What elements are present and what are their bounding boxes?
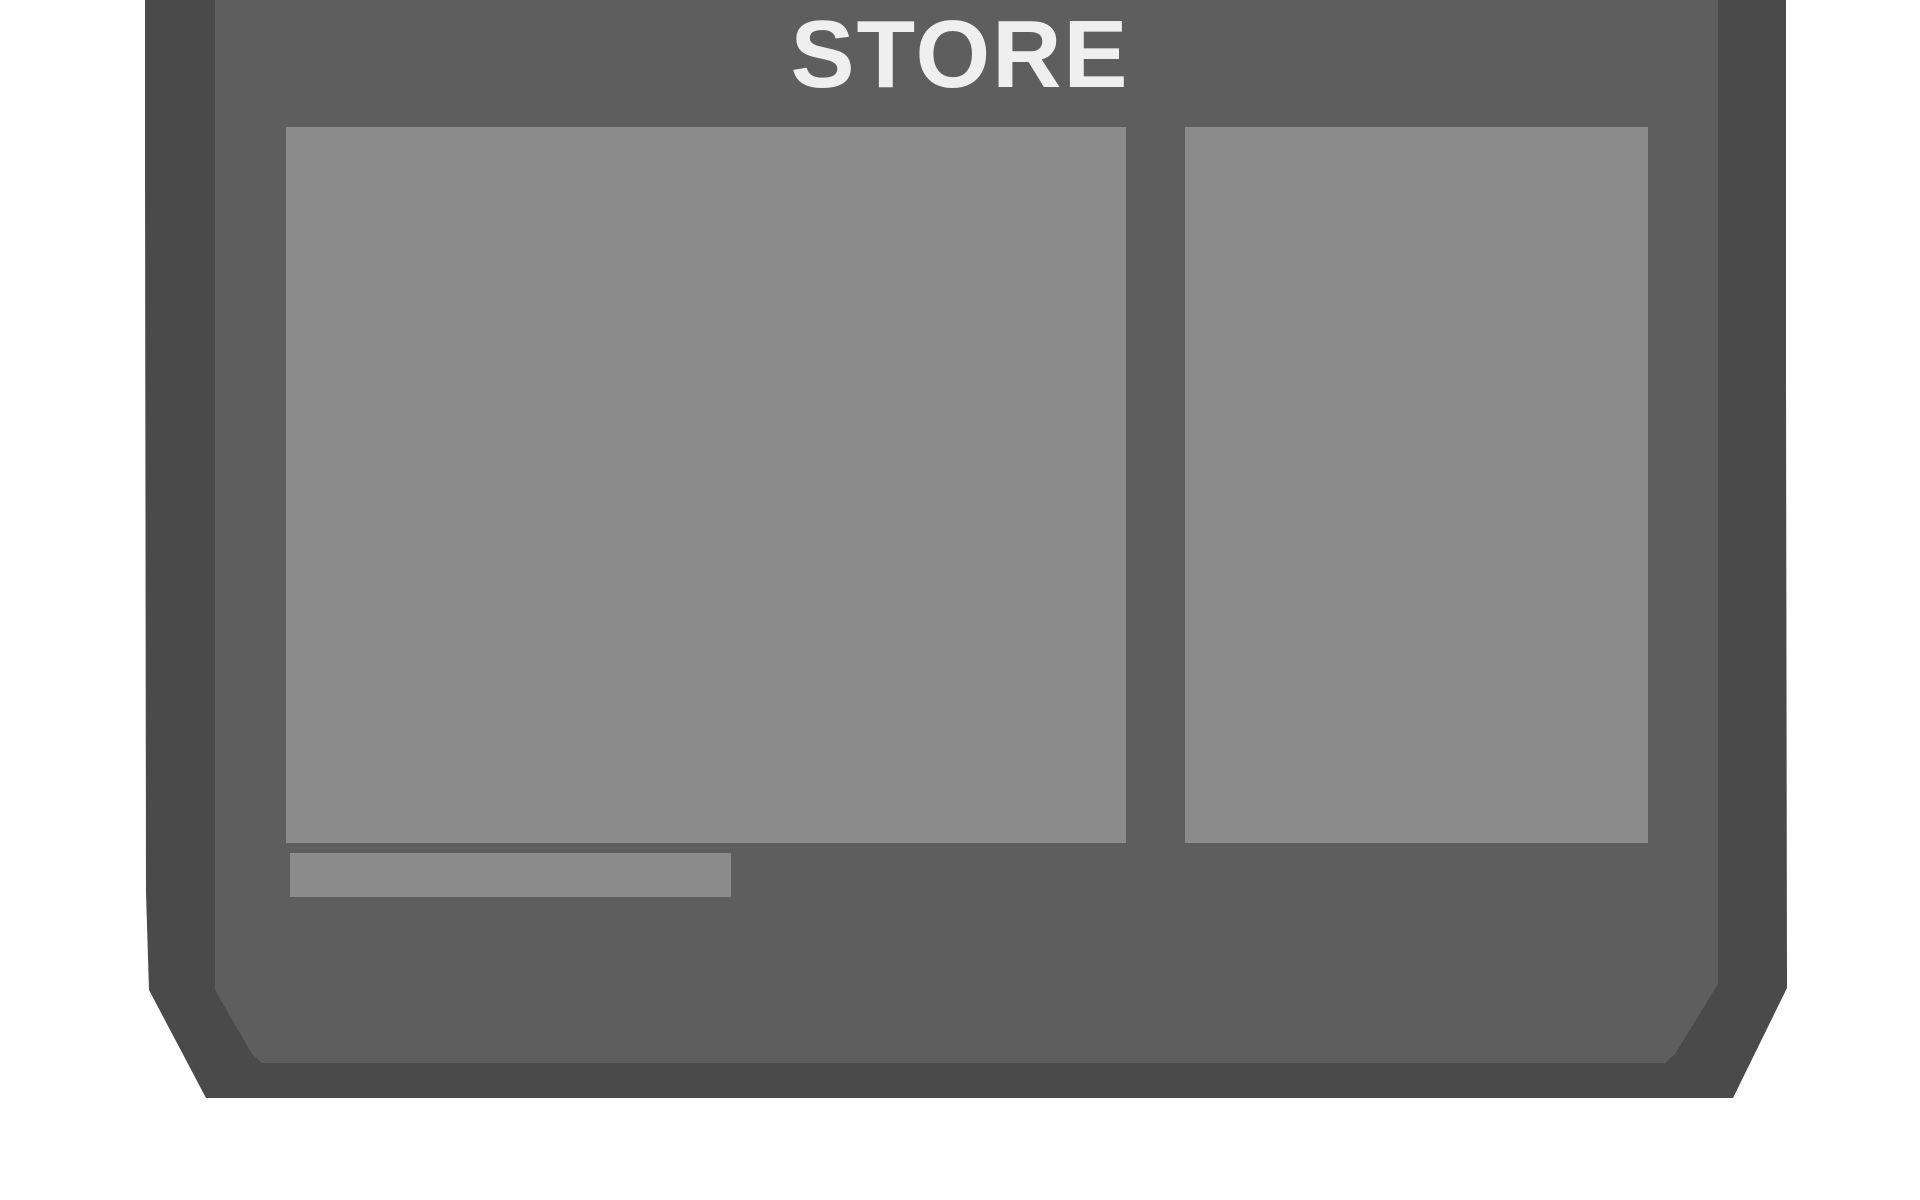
featured-panel[interactable] — [286, 127, 1126, 843]
store-screen: STORE — [0, 0, 1920, 1200]
side-panel[interactable] — [1185, 127, 1648, 843]
caption-bar — [290, 853, 731, 897]
store-title: STORE — [790, 1, 1130, 108]
